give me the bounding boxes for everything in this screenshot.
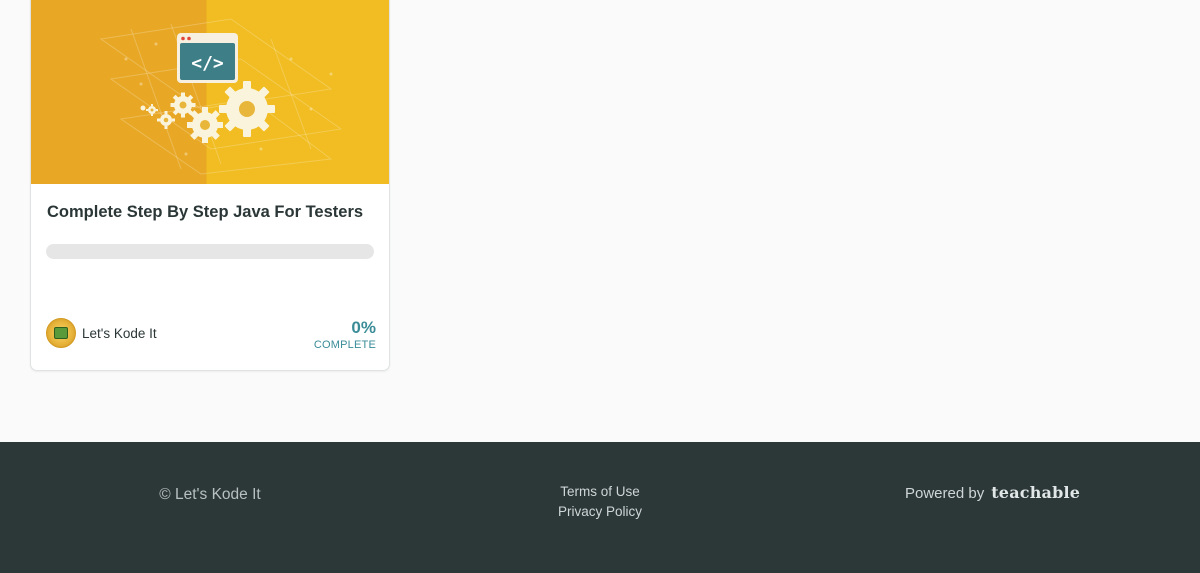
terms-of-use-link[interactable]: Terms of Use: [500, 482, 700, 502]
author-avatar: [46, 318, 76, 348]
main-content: </> Complete Step By Step Java For Teste…: [0, 0, 1200, 442]
footer-copyright: © Let's Kode It: [159, 486, 261, 503]
author-name: Let's Kode It: [82, 325, 157, 341]
avatar-badge-icon: [54, 327, 68, 339]
course-author: Let's Kode It: [46, 318, 157, 348]
completion-label: COMPLETE: [313, 339, 376, 351]
powered-by-teachable[interactable]: Powered by teachable: [905, 483, 1080, 502]
powered-by-label: Powered by: [905, 485, 985, 502]
completion-status: 0% COMPLETE: [314, 318, 376, 351]
course-card[interactable]: </> Complete Step By Step Java For Teste…: [30, 0, 390, 371]
privacy-policy-link[interactable]: Privacy Policy: [500, 502, 700, 522]
footer-links: Terms of Use Privacy Policy: [500, 482, 700, 522]
svg-text:</>: </>: [191, 53, 224, 74]
progress-bar: [46, 244, 374, 259]
completion-percent: 0%: [351, 318, 376, 337]
code-window-with-gears-icon: </>: [99, 18, 343, 175]
footer: © Let's Kode It Terms of Use Privacy Pol…: [0, 442, 1200, 573]
course-image[interactable]: </>: [31, 0, 389, 184]
course-title[interactable]: Complete Step By Step Java For Testers: [47, 203, 377, 222]
teachable-logo[interactable]: teachable: [991, 483, 1080, 502]
